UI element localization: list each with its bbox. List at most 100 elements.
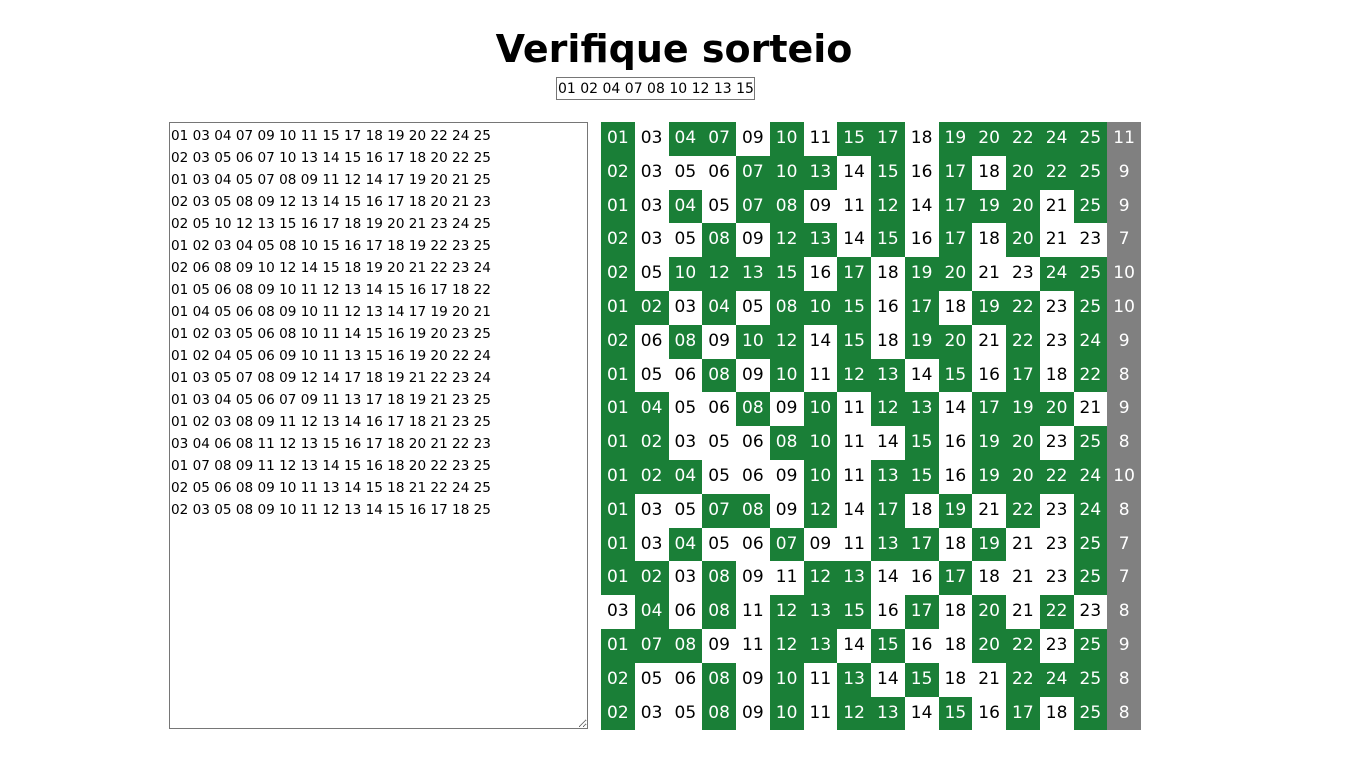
result-number-hit: 01 bbox=[601, 189, 635, 224]
result-number-hit: 01 bbox=[601, 527, 635, 562]
result-number: 14 bbox=[837, 155, 871, 190]
result-number-hit: 08 bbox=[702, 595, 736, 629]
result-number-hit: 17 bbox=[904, 290, 939, 325]
result-number-hit: 13 bbox=[871, 696, 905, 731]
result-number-hit: 19 bbox=[904, 257, 939, 291]
result-number-hit: 10 bbox=[668, 257, 703, 291]
result-number-hit: 01 bbox=[601, 561, 635, 596]
result-number: 05 bbox=[702, 189, 736, 224]
result-number: 05 bbox=[634, 662, 669, 697]
page-title: Verifique sorteio bbox=[495, 27, 853, 71]
result-number: 06 bbox=[736, 459, 770, 494]
result-number-hit: 01 bbox=[601, 493, 635, 528]
hit-count: 9 bbox=[1107, 324, 1141, 359]
result-number: 18 bbox=[871, 257, 905, 291]
result-number-hit: 07 bbox=[634, 628, 669, 663]
hit-count: 10 bbox=[1107, 290, 1141, 325]
result-number: 06 bbox=[668, 358, 703, 393]
result-number: 14 bbox=[871, 662, 905, 697]
result-number-hit: 25 bbox=[1073, 122, 1108, 156]
result-number: 21 bbox=[1039, 223, 1074, 258]
result-number: 05 bbox=[668, 493, 703, 528]
result-number: 11 bbox=[803, 358, 838, 393]
result-number-hit: 13 bbox=[736, 257, 770, 291]
result-number-hit: 20 bbox=[938, 257, 973, 291]
result-number: 11 bbox=[837, 459, 871, 494]
result-number-hit: 02 bbox=[601, 155, 635, 190]
result-number-hit: 13 bbox=[837, 561, 871, 596]
result-number: 05 bbox=[736, 290, 770, 325]
result-number-hit: 04 bbox=[702, 290, 736, 325]
result-number: 09 bbox=[803, 527, 838, 562]
result-number-hit: 01 bbox=[601, 459, 635, 494]
result-number-hit: 25 bbox=[1073, 527, 1108, 562]
result-number: 16 bbox=[972, 358, 1006, 393]
result-number-hit: 07 bbox=[769, 527, 804, 562]
result-number: 09 bbox=[769, 493, 804, 528]
result-number-hit: 10 bbox=[769, 662, 804, 697]
result-number-hit: 08 bbox=[702, 561, 736, 596]
result-number-hit: 13 bbox=[871, 459, 905, 494]
result-number-hit: 17 bbox=[938, 189, 973, 224]
result-number-hit: 17 bbox=[938, 561, 973, 596]
result-number-hit: 22 bbox=[1039, 155, 1074, 190]
result-number-hit: 08 bbox=[736, 392, 770, 427]
result-number: 14 bbox=[904, 358, 939, 393]
result-number-hit: 04 bbox=[668, 459, 703, 494]
result-number-hit: 15 bbox=[837, 595, 871, 629]
result-number-hit: 12 bbox=[837, 358, 871, 393]
result-number-hit: 10 bbox=[803, 290, 838, 325]
result-number: 11 bbox=[837, 189, 871, 224]
result-number: 16 bbox=[972, 696, 1006, 731]
result-number-hit: 08 bbox=[668, 324, 703, 359]
hit-count: 7 bbox=[1107, 561, 1141, 596]
result-number: 16 bbox=[938, 426, 973, 460]
result-number: 03 bbox=[634, 189, 669, 224]
result-number-hit: 10 bbox=[736, 324, 770, 359]
result-number: 23 bbox=[1039, 493, 1074, 528]
result-number-hit: 24 bbox=[1073, 459, 1108, 494]
result-number: 03 bbox=[634, 223, 669, 258]
result-number: 21 bbox=[1006, 595, 1040, 629]
result-number-hit: 20 bbox=[938, 324, 973, 359]
result-number-hit: 01 bbox=[601, 358, 635, 393]
result-number: 06 bbox=[702, 155, 736, 190]
result-number: 03 bbox=[634, 122, 669, 156]
result-number-hit: 25 bbox=[1073, 696, 1108, 731]
result-number-hit: 15 bbox=[904, 662, 939, 697]
result-number-hit: 17 bbox=[938, 155, 973, 190]
result-number-hit: 20 bbox=[972, 122, 1006, 156]
result-number-hit: 13 bbox=[904, 392, 939, 427]
result-number: 21 bbox=[1006, 527, 1040, 562]
games-textarea[interactable]: 01 03 04 07 09 10 11 15 17 18 19 20 22 2… bbox=[169, 122, 588, 729]
result-number: 21 bbox=[1039, 189, 1074, 224]
result-number: 21 bbox=[1073, 392, 1108, 427]
result-number: 18 bbox=[904, 493, 939, 528]
result-number: 18 bbox=[972, 155, 1006, 190]
result-number-hit: 08 bbox=[736, 493, 770, 528]
draw-numbers-input[interactable] bbox=[556, 77, 755, 100]
result-number-hit: 17 bbox=[1006, 696, 1040, 731]
result-number-hit: 25 bbox=[1073, 628, 1108, 663]
result-number: 14 bbox=[803, 324, 838, 359]
result-number-hit: 12 bbox=[769, 324, 804, 359]
result-number-hit: 24 bbox=[1039, 662, 1074, 697]
result-number: 09 bbox=[736, 358, 770, 393]
result-number: 03 bbox=[634, 696, 669, 731]
result-number-hit: 02 bbox=[601, 223, 635, 258]
result-number: 16 bbox=[904, 561, 939, 596]
result-number-hit: 15 bbox=[938, 358, 973, 393]
result-number-hit: 25 bbox=[1073, 257, 1108, 291]
result-number-hit: 13 bbox=[803, 155, 838, 190]
result-number-hit: 25 bbox=[1073, 662, 1108, 697]
result-number: 23 bbox=[1073, 223, 1108, 258]
result-number: 14 bbox=[837, 628, 871, 663]
result-number-hit: 04 bbox=[668, 122, 703, 156]
result-number-hit: 13 bbox=[871, 527, 905, 562]
result-number-hit: 08 bbox=[769, 426, 804, 460]
result-number-hit: 02 bbox=[634, 459, 669, 494]
result-number-hit: 19 bbox=[972, 527, 1006, 562]
result-number: 18 bbox=[938, 595, 973, 629]
result-number: 05 bbox=[702, 426, 736, 460]
result-number: 03 bbox=[634, 493, 669, 528]
